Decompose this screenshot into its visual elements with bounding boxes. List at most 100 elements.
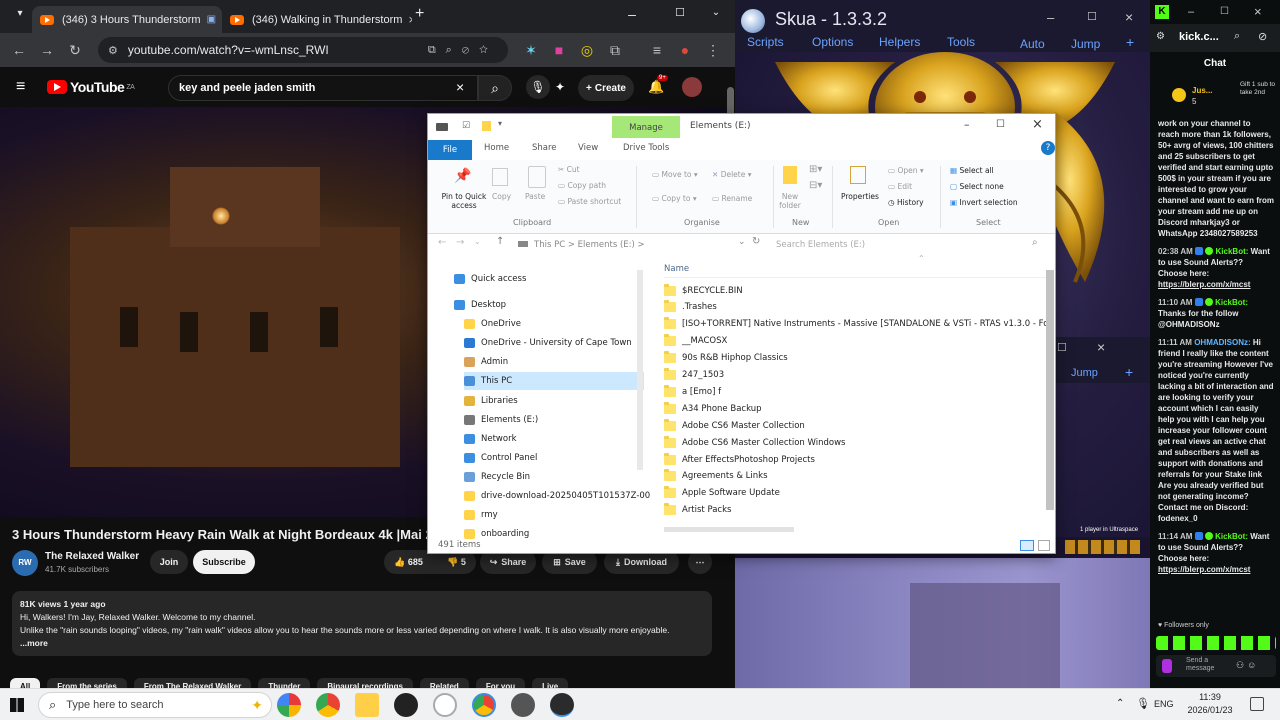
file-row[interactable]: $RECYCLE.BIN (664, 282, 743, 299)
file-explorer-app-icon[interactable] (355, 693, 379, 717)
file-row[interactable]: Adobe CS6 Master Collection Windows (664, 434, 845, 451)
extensions-puzzle-icon[interactable]: ⧉ (606, 41, 624, 59)
taskbar-search[interactable]: ⌕ Type here to search ✦ (38, 692, 272, 718)
back-icon[interactable]: ← (10, 41, 28, 59)
address-bar[interactable]: ⚙ youtube.com/watch?v=-wmLnsc_RWI ⧉⌕⊘☆ (98, 37, 508, 63)
file-row[interactable]: Adobe CS6 Master Collection (664, 417, 805, 434)
tab-search-icon[interactable]: ▾ (8, 8, 32, 19)
reload-icon[interactable]: ↻ (66, 41, 84, 59)
omnibox-actions-icon[interactable]: ⧉⌕⊘☆ (428, 44, 498, 57)
create-button[interactable]: + Create (578, 75, 634, 101)
new-item-icon[interactable]: ⊞▾ (809, 164, 822, 175)
copy-path-button[interactable]: ▭ Copy path (558, 181, 606, 190)
game-toolbar-icons[interactable] (1065, 540, 1140, 554)
show-hidden-icons-icon[interactable]: ⌃ (1116, 698, 1124, 709)
jump-button[interactable]: Jump (1071, 367, 1098, 379)
close-icon[interactable]: × (1125, 9, 1133, 25)
nav-item[interactable]: Admin (464, 353, 508, 371)
help-icon[interactable]: ? (1041, 141, 1055, 155)
forward-icon[interactable]: → (38, 41, 56, 59)
menu-tools[interactable]: Tools (947, 35, 975, 49)
close-icon[interactable]: × (1254, 4, 1262, 19)
search-icon[interactable]: ⌕ (478, 75, 512, 101)
file-row[interactable]: .Trashes (664, 299, 717, 316)
scrollbar-thumb[interactable] (664, 527, 794, 532)
search-icon[interactable]: ⌕ (1032, 237, 1038, 248)
add-button[interactable]: + (1125, 364, 1133, 380)
nav-item[interactable]: OneDrive - University of Cape Town (464, 334, 632, 352)
settings-app-icon[interactable] (511, 693, 535, 717)
rename-button[interactable]: ▭ Rename (712, 194, 752, 203)
tab-list-icon[interactable]: ⌄ (704, 7, 728, 18)
media-control-icon[interactable]: ≡ (648, 41, 666, 59)
channel-avatar[interactable]: RW (12, 550, 38, 576)
file-row[interactable]: Apple Software Update (664, 485, 780, 502)
select-all-button[interactable]: ▦ Select all (950, 166, 994, 175)
tab-walking-thunderstorm[interactable]: (346) Walking in Thunderstorm × (222, 6, 412, 33)
menu-scripts[interactable]: Scripts (747, 35, 784, 49)
chat-link[interactable]: https://blerp.com/x/mcst (1158, 565, 1250, 574)
minimize-icon[interactable]: – (1188, 6, 1194, 18)
chat-input[interactable]: Send a message ⚇☺ (1156, 655, 1276, 677)
minimize-icon[interactable]: – (964, 118, 970, 131)
chat-input-actions-icon[interactable]: ⚇☺ (1236, 660, 1259, 671)
chat-username[interactable]: KickBot: (1215, 532, 1248, 541)
properties-button[interactable]: Properties (841, 192, 879, 201)
close-tab-icon[interactable]: × (402, 12, 412, 27)
up-icon[interactable]: ↑ (496, 236, 504, 247)
edit-button[interactable]: ▭ Edit (888, 182, 912, 191)
pin-to-quick-access-button[interactable]: Pin to Quick access (435, 192, 493, 210)
file-row[interactable]: 247_1503 (664, 367, 724, 384)
show-more-link[interactable]: ...more (20, 637, 704, 650)
maximize-icon[interactable]: ☐ (996, 119, 1005, 130)
ai-sparkle-icon[interactable]: ✦ (555, 80, 565, 94)
profile-avatar-icon[interactable]: ● (676, 41, 694, 59)
explorer-search-input[interactable]: Search Elements (E:) (772, 236, 1048, 254)
manage-tab[interactable]: Manage (612, 116, 680, 138)
copy-button[interactable]: Copy (492, 192, 511, 201)
snipping-tool-app-icon[interactable] (433, 693, 457, 717)
video-description[interactable]: 81K views 1 year ago Hi, Walkers! I'm Ja… (12, 591, 712, 656)
file-row[interactable]: Agreements & Links (664, 468, 768, 485)
emote-bar[interactable] (1156, 636, 1276, 650)
menu-helpers[interactable]: Helpers (879, 35, 920, 49)
search-icon[interactable]: ⌕ (1234, 30, 1240, 43)
tab-home[interactable]: Home (484, 143, 509, 153)
microphone-tray-icon[interactable]: 🎙 (1136, 697, 1150, 710)
mic-icon[interactable] (1162, 659, 1172, 673)
customize-toolbar-icon[interactable]: ▾ (498, 119, 502, 128)
start-windows-icon[interactable] (10, 698, 24, 712)
add-button[interactable]: + (1126, 34, 1134, 50)
recent-locations-icon[interactable]: ⌄ (474, 237, 481, 246)
chip[interactable]: Related (419, 678, 469, 688)
horizontal-scrollbar[interactable] (656, 524, 1046, 534)
address-dropdown-icon[interactable]: ⌄ (738, 237, 746, 247)
dislike-button[interactable]: 👎 5 (447, 557, 466, 568)
cut-button[interactable]: ✂ Cut (558, 165, 580, 174)
nav-item[interactable]: Control Panel (464, 449, 537, 467)
file-row[interactable]: Artist Packs (664, 502, 731, 519)
chrome-menu-icon[interactable]: ⋮ (704, 41, 722, 59)
notification-center-icon[interactable] (1250, 697, 1264, 711)
hamburger-menu-icon[interactable]: ≡ (16, 78, 25, 96)
menu-options[interactable]: Options (812, 35, 853, 49)
nav-item[interactable]: drive-download-20250405T101537Z-00 (464, 487, 650, 505)
chip[interactable]: Thunder (258, 678, 311, 688)
forward-icon[interactable]: → (456, 237, 464, 248)
easy-access-icon[interactable]: ⊟▾ (809, 180, 822, 191)
like-button[interactable]: 👍 685 (394, 557, 423, 568)
site-info-icon[interactable]: ⚙ (108, 44, 118, 57)
breadcrumb[interactable]: This PC > Elements (E:) > (514, 236, 760, 254)
scrollbar-thumb[interactable] (637, 270, 643, 470)
extension-icon[interactable]: ✶ (522, 41, 540, 59)
large-icons-view-icon[interactable] (1038, 540, 1050, 551)
maximize-icon[interactable]: ☐ (1087, 10, 1097, 23)
tab-drive-tools[interactable]: Drive Tools (623, 143, 669, 153)
tab-file[interactable]: File (428, 140, 472, 160)
jump-button[interactable]: Jump (1071, 37, 1100, 51)
youtube-search-input[interactable]: key and peele jaden smith (168, 75, 478, 101)
nav-item[interactable]: Libraries (464, 392, 518, 410)
column-header-name[interactable]: Name (664, 260, 1048, 278)
file-row[interactable]: After EffectsPhotoshop Projects (664, 451, 815, 468)
delete-button[interactable]: ✕ Delete ▾ (712, 170, 752, 179)
